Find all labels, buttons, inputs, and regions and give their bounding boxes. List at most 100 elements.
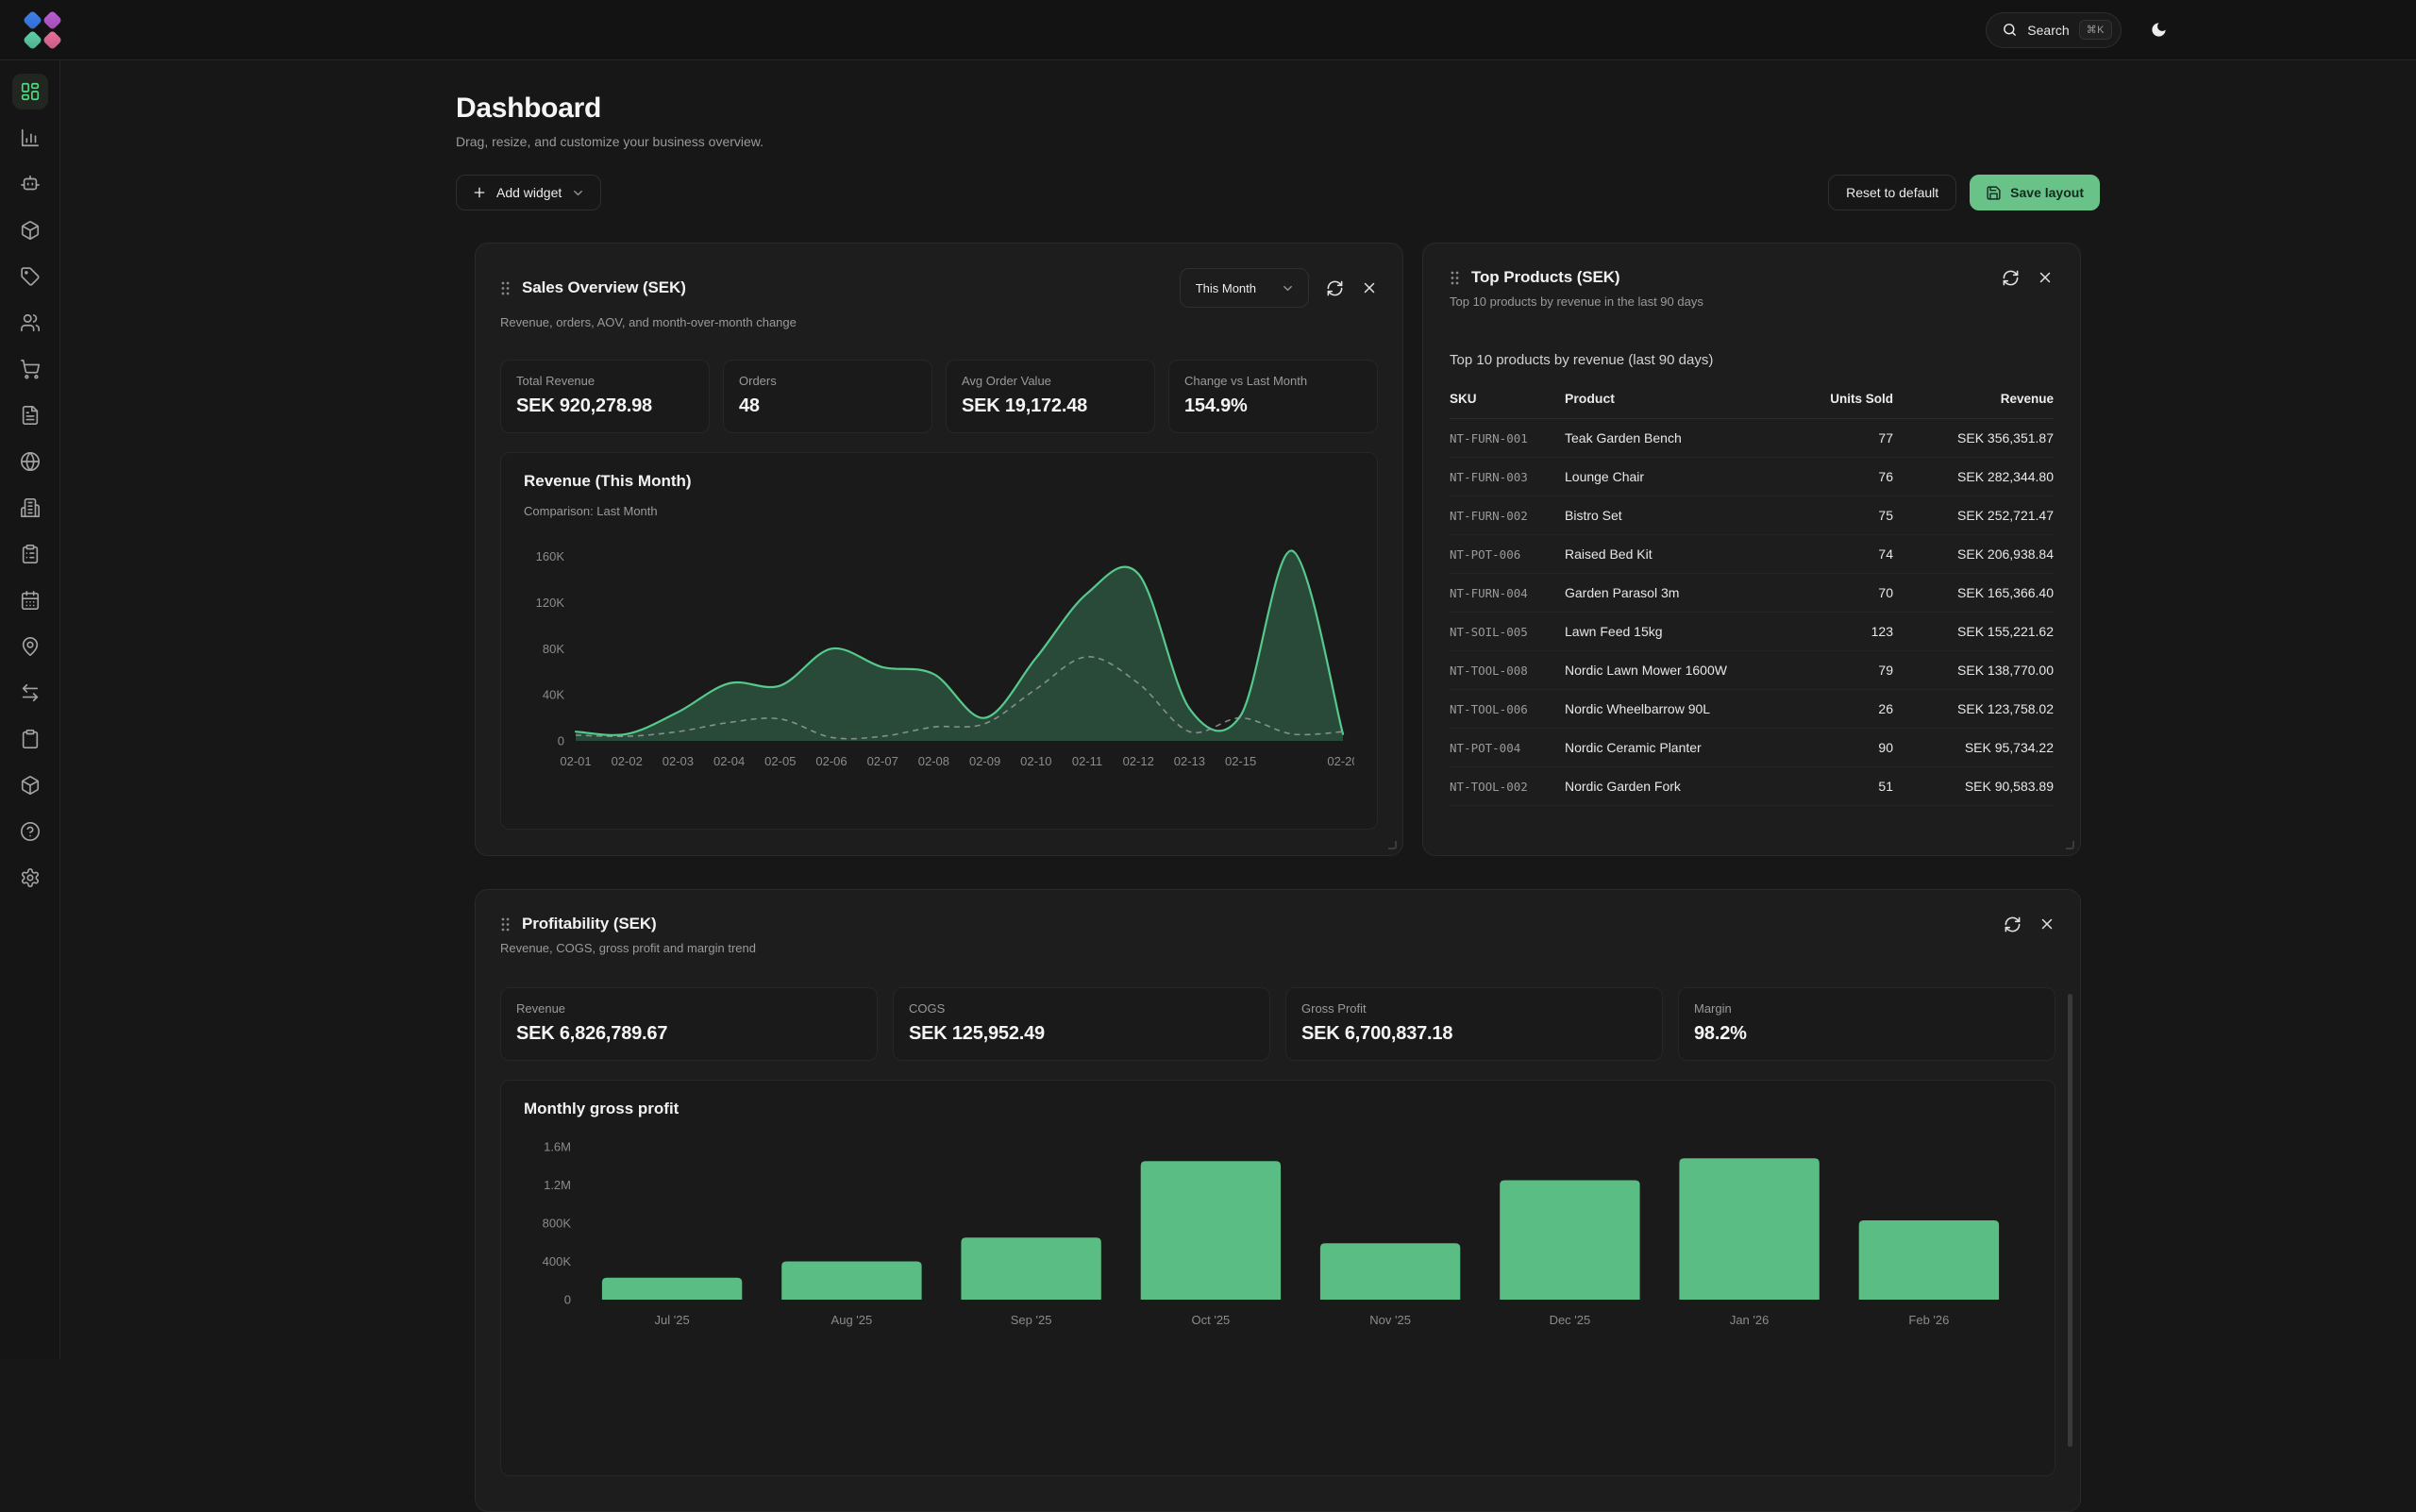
- drag-handle-icon[interactable]: [500, 280, 511, 296]
- svg-text:02-20: 02-20: [1327, 754, 1354, 768]
- logo-diamond: [22, 10, 42, 30]
- column-header-units-sold: Units Sold: [1780, 392, 1893, 406]
- svg-text:Nov '25: Nov '25: [1369, 1313, 1411, 1327]
- sidebar-item-assistant[interactable]: [12, 166, 48, 202]
- cell-sku: NT-POT-006: [1450, 547, 1565, 562]
- cell-revenue: SEK 90,583.89: [1893, 779, 2054, 794]
- cell-sku: NT-TOOL-006: [1450, 702, 1565, 716]
- cell-product: Nordic Wheelbarrow 90L: [1565, 701, 1780, 716]
- revenue-chart-panel: Revenue (This Month) Comparison: Last Mo…: [500, 452, 1378, 830]
- cell-units-sold: 123: [1780, 624, 1893, 639]
- svg-text:02-01: 02-01: [560, 754, 591, 768]
- stat-orders: Orders 48: [723, 360, 932, 433]
- reset-to-default-button[interactable]: Reset to default: [1828, 175, 1956, 210]
- sidebar-item-notes[interactable]: [12, 721, 48, 757]
- sidebar-item-analytics[interactable]: [12, 120, 48, 156]
- widget-profitability: Profitability (SEK) Revenue, COGS, gross…: [475, 889, 2081, 1512]
- sidebar-item-locations[interactable]: [12, 629, 48, 664]
- cell-sku: NT-SOIL-005: [1450, 625, 1565, 639]
- sidebar-item-transfers[interactable]: [12, 675, 48, 711]
- svg-text:Jan '26: Jan '26: [1730, 1313, 1770, 1327]
- stat-value: SEK 19,172.48: [962, 395, 1139, 417]
- stat-label: Orders: [739, 374, 916, 388]
- arrows-swap-icon: [20, 682, 41, 703]
- svg-text:1.6M: 1.6M: [544, 1140, 571, 1154]
- sidebar-item-web[interactable]: [12, 444, 48, 479]
- sidebar-item-customers[interactable]: [12, 305, 48, 341]
- stat-value: 48: [739, 395, 916, 417]
- cell-revenue: SEK 282,344.80: [1893, 469, 2054, 484]
- widget-title: Sales Overview (SEK): [522, 278, 686, 297]
- clipboard-icon: [20, 729, 41, 749]
- save-layout-button[interactable]: Save layout: [1970, 175, 2100, 210]
- svg-text:02-02: 02-02: [612, 754, 643, 768]
- sidebar-item-shipments[interactable]: [12, 767, 48, 803]
- svg-text:02-10: 02-10: [1020, 754, 1051, 768]
- stat-value: SEK 6,826,789.67: [516, 1023, 862, 1045]
- cell-units-sold: 51: [1780, 779, 1893, 794]
- chart-title: Monthly gross profit: [524, 1100, 2032, 1118]
- close-icon[interactable]: [2037, 269, 2054, 286]
- close-icon[interactable]: [2038, 916, 2055, 932]
- table-row: NT-FURN-004Garden Parasol 3m70SEK 165,36…: [1450, 574, 2054, 613]
- cell-revenue: SEK 165,366.40: [1893, 585, 2054, 600]
- sidebar-item-products[interactable]: [12, 212, 48, 248]
- page-title: Dashboard: [456, 92, 2100, 125]
- stat-revenue: Revenue SEK 6,826,789.67: [500, 987, 878, 1061]
- stat-value: SEK 125,952.49: [909, 1023, 1254, 1045]
- period-select[interactable]: This Month: [1180, 268, 1309, 308]
- sidebar-item-orders[interactable]: [12, 351, 48, 387]
- app-logo-icon[interactable]: [23, 11, 60, 49]
- refresh-icon[interactable]: [1326, 279, 1344, 297]
- stat-label: Margin: [1694, 1001, 2039, 1016]
- svg-text:160K: 160K: [536, 549, 565, 563]
- main-content: Dashboard Drag, resize, and customize yo…: [60, 60, 2416, 1359]
- widget-title: Profitability (SEK): [522, 915, 657, 933]
- sidebar-item-dashboard[interactable]: [12, 74, 48, 109]
- theme-toggle-button[interactable]: [2140, 12, 2176, 48]
- svg-text:02-12: 02-12: [1123, 754, 1154, 768]
- gross-profit-bar-chart: 0400K800K1.2M1.6MJul '25Aug '25Sep '25Oc…: [524, 1132, 2032, 1332]
- sidebar-item-settings[interactable]: [12, 860, 48, 896]
- column-header-product: Product: [1565, 391, 1780, 406]
- cell-units-sold: 70: [1780, 585, 1893, 600]
- cell-units-sold: 74: [1780, 546, 1893, 562]
- widget-scrollbar-thumb[interactable]: [2068, 994, 2072, 1447]
- cell-product: Lounge Chair: [1565, 469, 1780, 484]
- cell-units-sold: 75: [1780, 508, 1893, 523]
- sidebar-item-tasks[interactable]: [12, 536, 48, 572]
- svg-text:02-03: 02-03: [663, 754, 694, 768]
- column-header-revenue: Revenue: [1893, 392, 2054, 406]
- drag-handle-icon[interactable]: [500, 916, 511, 932]
- sidebar-item-tags[interactable]: [12, 259, 48, 294]
- refresh-icon[interactable]: [2002, 269, 2020, 287]
- add-widget-button[interactable]: Add widget: [456, 175, 601, 210]
- stat-cogs: COGS SEK 125,952.49: [893, 987, 1270, 1061]
- cell-product: Nordic Garden Fork: [1565, 779, 1780, 794]
- drag-handle-icon[interactable]: [1450, 270, 1460, 286]
- sidebar-item-company[interactable]: [12, 490, 48, 526]
- page-subtitle: Drag, resize, and customize your busines…: [456, 133, 2100, 150]
- sidebar-item-calendar[interactable]: [12, 582, 48, 618]
- sidebar-item-help[interactable]: [12, 814, 48, 849]
- bot-icon: [20, 174, 41, 194]
- resize-handle[interactable]: [2066, 841, 2074, 849]
- sidebar-item-documents[interactable]: [12, 397, 48, 433]
- svg-text:0: 0: [558, 734, 564, 748]
- cell-product: Teak Garden Bench: [1565, 430, 1780, 445]
- search-button[interactable]: Search ⌘K: [1986, 12, 2122, 48]
- svg-text:02-06: 02-06: [815, 754, 847, 768]
- stat-gross-profit: Gross Profit SEK 6,700,837.18: [1285, 987, 1663, 1061]
- svg-text:400K: 400K: [543, 1254, 572, 1268]
- clipboard-list-icon: [20, 544, 41, 564]
- svg-text:Dec '25: Dec '25: [1550, 1313, 1591, 1327]
- help-circle-icon: [20, 821, 41, 842]
- svg-text:Sep '25: Sep '25: [1011, 1313, 1052, 1327]
- cell-sku: NT-FURN-004: [1450, 586, 1565, 600]
- refresh-icon[interactable]: [2004, 916, 2022, 933]
- close-icon[interactable]: [1361, 279, 1378, 296]
- tag-icon: [20, 266, 41, 287]
- stat-change-vs-last-month: Change vs Last Month 154.9%: [1168, 360, 1378, 433]
- resize-handle[interactable]: [1388, 841, 1397, 849]
- svg-text:02-11: 02-11: [1072, 754, 1102, 768]
